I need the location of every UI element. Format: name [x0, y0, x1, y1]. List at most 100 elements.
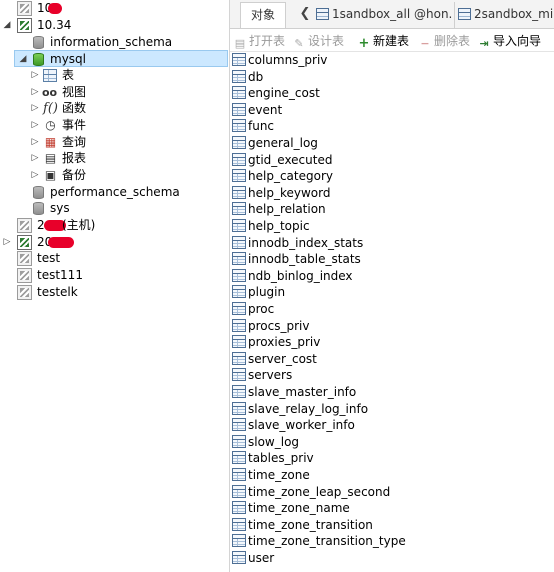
tab-2sandbox-mirro[interactable]: 2sandbox_mirro	[454, 2, 554, 28]
import-wizard-button[interactable]: ⇥ 导入向导	[478, 32, 541, 50]
connection-item-1[interactable]: 10.	[0, 0, 229, 17]
database-icon	[33, 53, 44, 66]
table-icon	[458, 8, 471, 20]
expand-arrow-icon[interactable]: ▷	[30, 134, 40, 151]
table-icon	[232, 401, 246, 415]
object-panel: 对象 ❮ 1sandbox_all @hon... 2sandbox_mirro…	[229, 0, 554, 572]
table-name: slave_master_info	[248, 385, 357, 399]
tab-1sandbox-all[interactable]: 1sandbox_all @hon...	[316, 2, 452, 28]
table-name: time_zone	[248, 468, 310, 482]
table-icon	[232, 368, 246, 382]
database-item-sys[interactable]: sys	[0, 200, 229, 217]
connection-item-host[interactable]: 2 (主机)	[0, 217, 229, 234]
event-icon: ◷	[45, 118, 56, 132]
database-label: information_schema	[50, 35, 173, 49]
table-name: tables_priv	[248, 451, 314, 466]
table-icon	[232, 102, 246, 116]
expand-arrow-icon[interactable]: ▷	[30, 117, 40, 134]
delete-icon: −	[420, 37, 430, 50]
table-icon	[232, 302, 246, 315]
connection-item-test111[interactable]: test111	[0, 267, 229, 284]
expand-arrow-icon[interactable]: ▷	[30, 150, 40, 167]
open-table-label: 打开表	[249, 34, 286, 48]
table-icon	[232, 451, 246, 465]
object-toolbar: ▤ 打开表 ✎ 设计表 + 新建表 − 删除表 ⇥ 导入向导	[230, 30, 554, 52]
table-icon	[232, 185, 246, 199]
open-table-button[interactable]: ▤ 打开表	[234, 32, 285, 50]
database-item-information-schema[interactable]: information_schema	[0, 34, 229, 51]
table-icon	[232, 69, 246, 83]
tab-label: 1sandbox_all @hon...	[332, 7, 452, 21]
table-name: slave_relay_log_info	[248, 401, 369, 416]
table-icon	[232, 219, 246, 232]
database-label: sys	[50, 201, 70, 215]
table-icon	[232, 385, 246, 398]
collapse-arrow-icon[interactable]: ◢	[2, 17, 12, 34]
plus-icon: +	[358, 36, 370, 51]
connection-item-test[interactable]: test	[0, 250, 229, 267]
database-icon	[33, 186, 44, 199]
new-table-button[interactable]: + 新建表	[358, 32, 409, 50]
expand-arrow-icon[interactable]: ▷	[30, 84, 40, 101]
redaction-mark	[48, 3, 62, 14]
table-icon	[232, 318, 246, 332]
query-icon: ▦	[44, 135, 57, 149]
table-name: help_keyword	[248, 185, 331, 200]
table-name: procs_priv	[248, 318, 310, 333]
table-icon	[232, 152, 246, 166]
connection-item-4[interactable]: ▷ 20	[0, 234, 229, 251]
object-group-queries[interactable]: ▷ ▦ 查询	[0, 134, 229, 151]
table-icon	[232, 53, 246, 66]
object-group-label: 报表	[62, 151, 87, 165]
collapse-arrow-icon[interactable]: ◢	[18, 51, 28, 68]
design-table-button[interactable]: ✎ 设计表	[293, 32, 344, 50]
tab-scroll-left-icon[interactable]: ❮	[297, 2, 313, 27]
table-name: db	[248, 69, 264, 84]
object-group-tables[interactable]: ▷ 表	[0, 67, 229, 84]
database-icon	[33, 202, 44, 215]
table-icon	[232, 169, 246, 183]
connection-navigator: 10. ◢ 10.34 information_schema ◢ mysql ▷…	[0, 0, 229, 572]
table-icon	[232, 517, 246, 531]
expand-arrow-icon[interactable]: ▷	[30, 100, 40, 117]
table-name: proxies_priv	[248, 335, 321, 350]
table-icon	[232, 86, 246, 100]
tab-objects[interactable]: 对象	[240, 2, 287, 28]
table-name: proc	[248, 302, 275, 316]
database-item-performance-schema[interactable]: performance_schema	[0, 184, 229, 201]
object-group-events[interactable]: ▷ ◷ 事件	[0, 117, 229, 134]
table-icon	[232, 501, 246, 515]
table-name: plugin	[248, 285, 286, 300]
table-name: time_zone_name	[248, 501, 350, 516]
import-icon: ⇥	[479, 37, 489, 50]
object-group-views[interactable]: ▷ oo 视图	[0, 84, 229, 101]
table-icon	[232, 202, 246, 216]
table-name: servers	[248, 368, 293, 383]
delete-table-button[interactable]: − 删除表	[419, 32, 470, 50]
object-group-backups[interactable]: ▷ ▣ 备份	[0, 167, 229, 184]
database-item-mysql[interactable]: ◢ mysql	[14, 50, 228, 67]
table-name: general_log	[248, 136, 318, 150]
expand-arrow-icon[interactable]: ▷	[30, 67, 40, 84]
database-label: mysql	[50, 52, 86, 66]
expand-arrow-icon[interactable]: ▷	[30, 167, 40, 184]
table-name: help_category	[248, 169, 333, 184]
table-icon	[232, 351, 246, 365]
mysql-connection-icon	[17, 268, 32, 283]
expand-arrow-icon[interactable]: ▷	[2, 234, 12, 251]
table-icon	[232, 484, 246, 498]
table-name: time_zone_transition_type	[248, 534, 406, 549]
object-group-reports[interactable]: ▷ ▤ 报表	[0, 150, 229, 167]
connection-item-testelk[interactable]: testelk	[0, 284, 229, 301]
delete-table-label: 删除表	[434, 34, 471, 48]
object-group-label: 备份	[62, 168, 87, 182]
report-icon: ▤	[44, 151, 57, 165]
object-group-label: 视图	[62, 85, 87, 99]
database-label: performance_schema	[50, 185, 180, 199]
table-name: engine_cost	[248, 86, 320, 101]
object-group-functions[interactable]: ▷ f() 函数	[0, 100, 229, 117]
table-icon	[232, 235, 246, 249]
view-icon: oo	[42, 86, 58, 99]
connection-item-10-34[interactable]: ◢ 10.34	[0, 17, 229, 34]
table-name: time_zone_transition	[248, 517, 373, 532]
